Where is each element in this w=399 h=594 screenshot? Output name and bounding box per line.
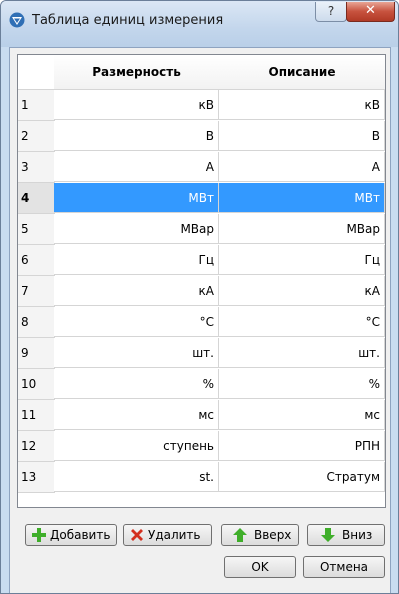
cell-dimension[interactable]: МВар [54,214,219,244]
table-row[interactable]: 10%% [18,369,385,400]
table-row[interactable]: 7 кА кА [18,276,385,307]
cell-description[interactable]: РПН [219,431,385,461]
units-table: Размерность Описание 1 кВ кВ 2 В В 3 А А 4 МВт МВт 5… [17,54,386,508]
column-header-description[interactable]: Описание [219,55,385,90]
row-number[interactable]: 3 [18,152,55,183]
cell-description[interactable]: мс [219,400,385,430]
row-number[interactable]: 5 [18,214,55,245]
cell-dimension[interactable]: ступень [54,431,219,461]
cell-dimension[interactable]: Гц [54,245,219,275]
cell-description[interactable]: МВт [219,183,385,213]
table-row[interactable]: 5 МВар МВар [18,214,385,245]
arrow-down-icon [321,528,335,542]
row-number[interactable]: 8 [18,307,55,338]
arrow-up-icon [233,528,247,542]
cell-description[interactable]: Гц [219,245,385,275]
row-number[interactable]: 6 [18,245,55,276]
row-number[interactable]: 10 [18,369,55,400]
cell-dimension[interactable]: мс [54,400,219,430]
cell-dimension[interactable]: °С [54,307,219,337]
cell-dimension[interactable]: st. [54,462,219,492]
table-row[interactable]: 2ВВ [18,121,385,152]
cell-dimension[interactable]: кА [54,276,219,306]
cancel-button[interactable]: Отмена [303,556,385,578]
table-row[interactable]: 9 шт. шт. [18,338,385,369]
add-button-label: Добавить [50,528,111,542]
row-number[interactable]: 7 [18,276,55,307]
table-row[interactable]: 11 мс мс [18,400,385,431]
table-row[interactable]: 8 °С °С [18,307,385,338]
row-number[interactable]: 11 [18,400,55,431]
row-number[interactable]: 2 [18,121,55,152]
title-bar[interactable]: Таблица единиц измерения ? ✕ [1,1,398,47]
cell-dimension[interactable]: В [54,121,219,151]
cell-description[interactable]: % [219,369,385,399]
cell-dimension[interactable]: кВ [54,90,219,120]
cell-description[interactable]: МВар [219,214,385,244]
cell-description[interactable]: кА [219,276,385,306]
table-row[interactable]: 1 кВ кВ [18,90,385,121]
cell-dimension[interactable]: % [54,369,219,399]
close-button[interactable]: ✕ [346,2,395,22]
table-corner[interactable] [18,55,55,90]
delete-x-icon [131,529,143,541]
table-row[interactable]: 4 МВт МВт [18,183,385,214]
row-number[interactable]: 12 [18,431,55,462]
cell-description[interactable]: кВ [219,90,385,120]
table-row[interactable]: 3АА [18,152,385,183]
row-number[interactable]: 13 [18,462,55,493]
cell-description[interactable]: шт. [219,338,385,368]
delete-button[interactable]: Удалить [123,524,212,546]
app-icon [9,12,25,28]
help-button[interactable]: ? [315,2,347,22]
move-up-button[interactable]: Вверх [221,524,299,546]
plus-icon [32,528,46,542]
move-down-button[interactable]: Вниз [307,524,385,546]
row-number[interactable]: 1 [18,90,55,121]
ok-button[interactable]: OK [224,556,296,578]
cell-dimension[interactable]: шт. [54,338,219,368]
table-row[interactable]: 12 ступень РПН [18,431,385,462]
table-row[interactable]: 6 Гц Гц [18,245,385,276]
column-header-dimension[interactable]: Размерность [54,55,220,90]
table-row[interactable]: 13 st. Стратум [18,462,385,493]
window-title: Таблица единиц измерения [32,13,224,28]
cell-description[interactable]: °С [219,307,385,337]
delete-button-label: Удалить [148,528,201,542]
move-up-label: Вверх [254,528,292,542]
row-number[interactable]: 4 [18,183,55,214]
move-down-label: Вниз [342,528,373,542]
add-button[interactable]: Добавить [25,524,117,546]
cell-dimension[interactable]: МВт [54,183,219,213]
ok-button-label: OK [251,560,269,574]
cell-description[interactable]: А [219,152,385,182]
cell-dimension[interactable]: А [54,152,219,182]
cell-description[interactable]: Стратум [219,462,385,492]
row-number[interactable]: 9 [18,338,55,369]
cell-description[interactable]: В [219,121,385,151]
cancel-button-label: Отмена [319,560,369,574]
